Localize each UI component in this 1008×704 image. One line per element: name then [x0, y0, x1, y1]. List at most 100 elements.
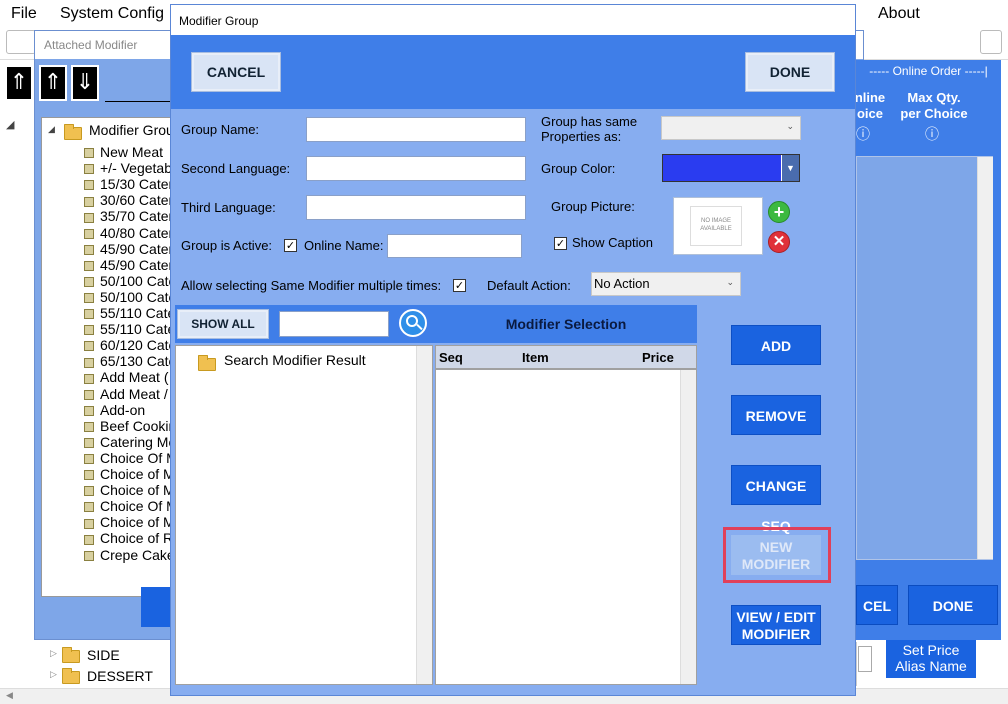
tree-item[interactable]: 60/120 Cate [84, 337, 176, 353]
change-seq-button[interactable]: CHANGE SEQ [731, 465, 821, 534]
tree-item[interactable]: 55/110 Cate [84, 321, 175, 337]
tree-item[interactable]: Choice of M [84, 514, 175, 530]
vertical-scrollbar[interactable] [680, 370, 696, 684]
default-action-value: No Action [594, 276, 650, 291]
tree-item[interactable]: 15/30 Cater [84, 176, 173, 192]
modifier-item-icon [84, 534, 94, 545]
move-down-button[interactable]: ⇓ [71, 65, 99, 101]
tree-item-side[interactable]: SIDE [87, 647, 120, 663]
tree-item[interactable]: Choice of R [84, 530, 173, 546]
tree-item[interactable]: 30/60 Cater [84, 192, 173, 208]
show-caption-checkbox[interactable]: ✓ [554, 237, 567, 250]
tree-item-label: 50/100 Cate [100, 288, 177, 305]
third-language-input[interactable] [306, 195, 526, 220]
tree-item-label: 35/70 Cater [100, 208, 174, 225]
expand-arrow-icon[interactable]: ◢ [48, 124, 55, 135]
menu-system-config[interactable]: System Config [60, 5, 164, 23]
search-result-root[interactable]: Search Modifier Result [224, 352, 366, 368]
online-cancel-button[interactable]: CEL [856, 585, 898, 625]
modifier-item-icon [84, 470, 94, 481]
tree-item[interactable]: Add Meat / [84, 386, 168, 402]
same-properties-dropdown[interactable]: ⌄ [661, 116, 801, 140]
group-active-checkbox[interactable]: ✓ [284, 239, 297, 252]
tree-item[interactable]: Choice Of M [84, 450, 176, 466]
tree-item[interactable]: 45/90 Cater [84, 257, 173, 273]
tree-item[interactable]: 50/100 Cate [84, 289, 176, 305]
modifier-item-icon [84, 389, 94, 400]
add-picture-icon[interactable]: + [768, 201, 790, 223]
tree-item-label: Catering Me [100, 433, 177, 450]
tree-item[interactable]: Choice Of M [84, 498, 176, 514]
cancel-button[interactable]: CANCEL [191, 52, 281, 92]
tree-item[interactable]: New Meat [84, 144, 163, 160]
group-name-input[interactable] [306, 117, 526, 142]
done-button[interactable]: DONE [745, 52, 835, 92]
collapse-arrow-icon[interactable]: ▷ [50, 648, 57, 659]
info-icon[interactable]: ⓘ [856, 124, 870, 144]
tree-item[interactable]: Catering Me [84, 434, 176, 450]
modifier-item-icon [84, 228, 94, 239]
move-top-button[interactable]: ⇑ [5, 65, 33, 101]
search-icon[interactable] [399, 309, 427, 337]
chevron-down-icon: ⌄ [726, 277, 734, 287]
price-input[interactable] [858, 646, 872, 672]
attached-action-button[interactable] [141, 587, 171, 627]
allow-multiple-checkbox[interactable]: ✓ [453, 279, 466, 292]
main-search-box[interactable] [6, 30, 36, 54]
modifier-item-icon [84, 244, 94, 255]
tree-item[interactable]: 55/110 Cate [84, 305, 175, 321]
second-language-input[interactable] [306, 156, 526, 181]
tree-item[interactable]: 40/80 Cater [84, 225, 173, 241]
online-name-input[interactable] [387, 234, 522, 258]
tree-item[interactable]: Choice of M [84, 466, 175, 482]
tree-item[interactable]: 65/130 Cate [84, 353, 176, 369]
menu-file[interactable]: File [11, 5, 37, 23]
online-choice-column: nline oice [854, 90, 886, 121]
menu-about[interactable]: About [878, 5, 920, 23]
default-action-dropdown[interactable]: No Action ⌄ [591, 272, 741, 296]
set-price-alias-button[interactable]: Set Price Alias Name [886, 640, 976, 678]
info-icon[interactable]: ⓘ [925, 124, 939, 144]
view-edit-modifier-button[interactable]: VIEW / EDIT MODIFIER [731, 605, 821, 645]
tree-item-label: 45/90 Cater [100, 256, 174, 273]
collapse-arrow-icon[interactable]: ▷ [50, 669, 57, 680]
seq-column[interactable]: Seq [439, 350, 463, 365]
show-caption-label: Show Caption [572, 235, 653, 250]
tree-item[interactable]: Add-on [84, 402, 145, 418]
tree-item[interactable]: 45/90 Cater [84, 241, 173, 257]
new-modifier-button[interactable]: NEW MODIFIER [731, 535, 821, 575]
tree-item[interactable]: Add Meat ( [84, 369, 168, 385]
tree-root-label[interactable]: Modifier Grou [89, 122, 174, 138]
online-order-list [856, 156, 993, 560]
tree-item[interactable]: Crepe Cake [84, 547, 175, 563]
add-button[interactable]: ADD [731, 325, 821, 365]
modifier-item-icon [84, 325, 94, 336]
modifier-item-icon [84, 309, 94, 320]
modifier-item-icon [84, 196, 94, 207]
remove-button[interactable]: REMOVE [731, 395, 821, 435]
group-picture-frame[interactable]: NO IMAGE AVAILABLE [673, 197, 763, 255]
main-search-box-right[interactable] [980, 30, 1002, 54]
tree-item-dessert[interactable]: DESSERT [87, 668, 153, 684]
vertical-scrollbar[interactable] [416, 346, 432, 684]
tree-item[interactable]: 35/70 Cater [84, 208, 173, 224]
tree-item-label: Choice of M [100, 466, 175, 482]
tree-item[interactable]: +/- Vegetab [84, 160, 172, 176]
modifier-selection-title: Modifier Selection [505, 316, 627, 332]
remove-picture-icon[interactable]: ✕ [768, 231, 790, 253]
search-panel-header: SHOW ALL [175, 305, 437, 343]
online-done-button[interactable]: DONE [908, 585, 998, 625]
group-color-picker[interactable]: ▼ [662, 154, 800, 182]
show-all-button[interactable]: SHOW ALL [177, 309, 269, 339]
tree-item[interactable]: Choice of M [84, 482, 175, 498]
vertical-scrollbar[interactable] [977, 157, 993, 559]
expand-arrow-icon[interactable]: ◢ [6, 118, 14, 131]
tree-item[interactable]: Beef Cookin [84, 418, 176, 434]
tree-item[interactable]: 50/100 Cate [84, 273, 176, 289]
modifier-item-icon [84, 260, 94, 271]
modifier-item-icon [84, 421, 94, 432]
move-up-button[interactable]: ⇑ [39, 65, 67, 101]
price-column[interactable]: Price [642, 350, 674, 365]
modifier-search-input[interactable] [279, 311, 389, 337]
item-column[interactable]: Item [522, 350, 549, 365]
